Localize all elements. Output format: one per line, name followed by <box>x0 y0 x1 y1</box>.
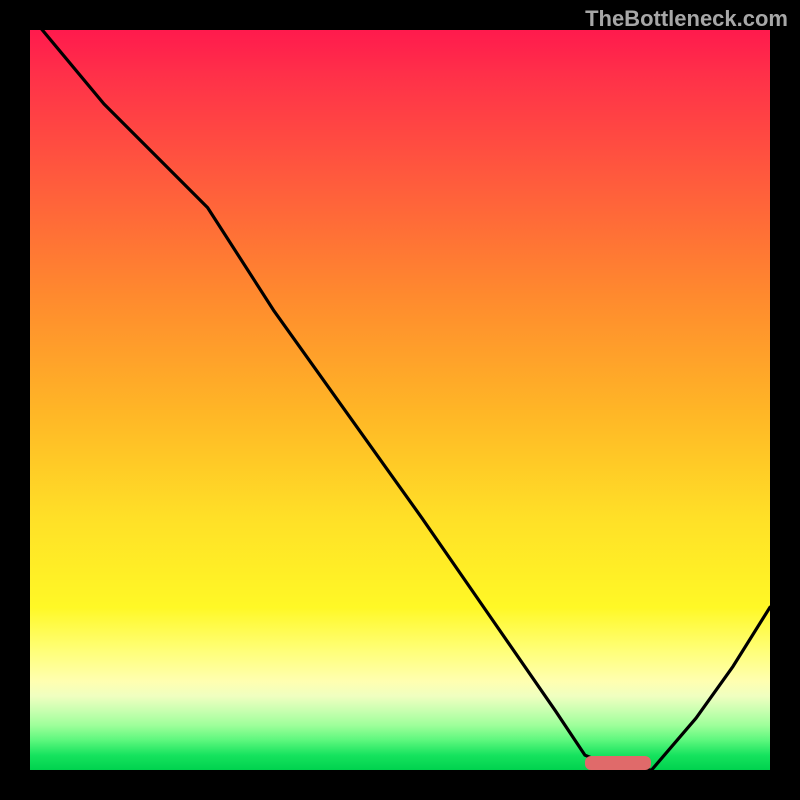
optimal-range-marker <box>585 756 651 770</box>
watermark-text: TheBottleneck.com <box>585 6 788 32</box>
chart-curve-path <box>30 30 770 770</box>
chart-frame <box>30 30 770 770</box>
chart-curve-svg <box>30 30 770 770</box>
